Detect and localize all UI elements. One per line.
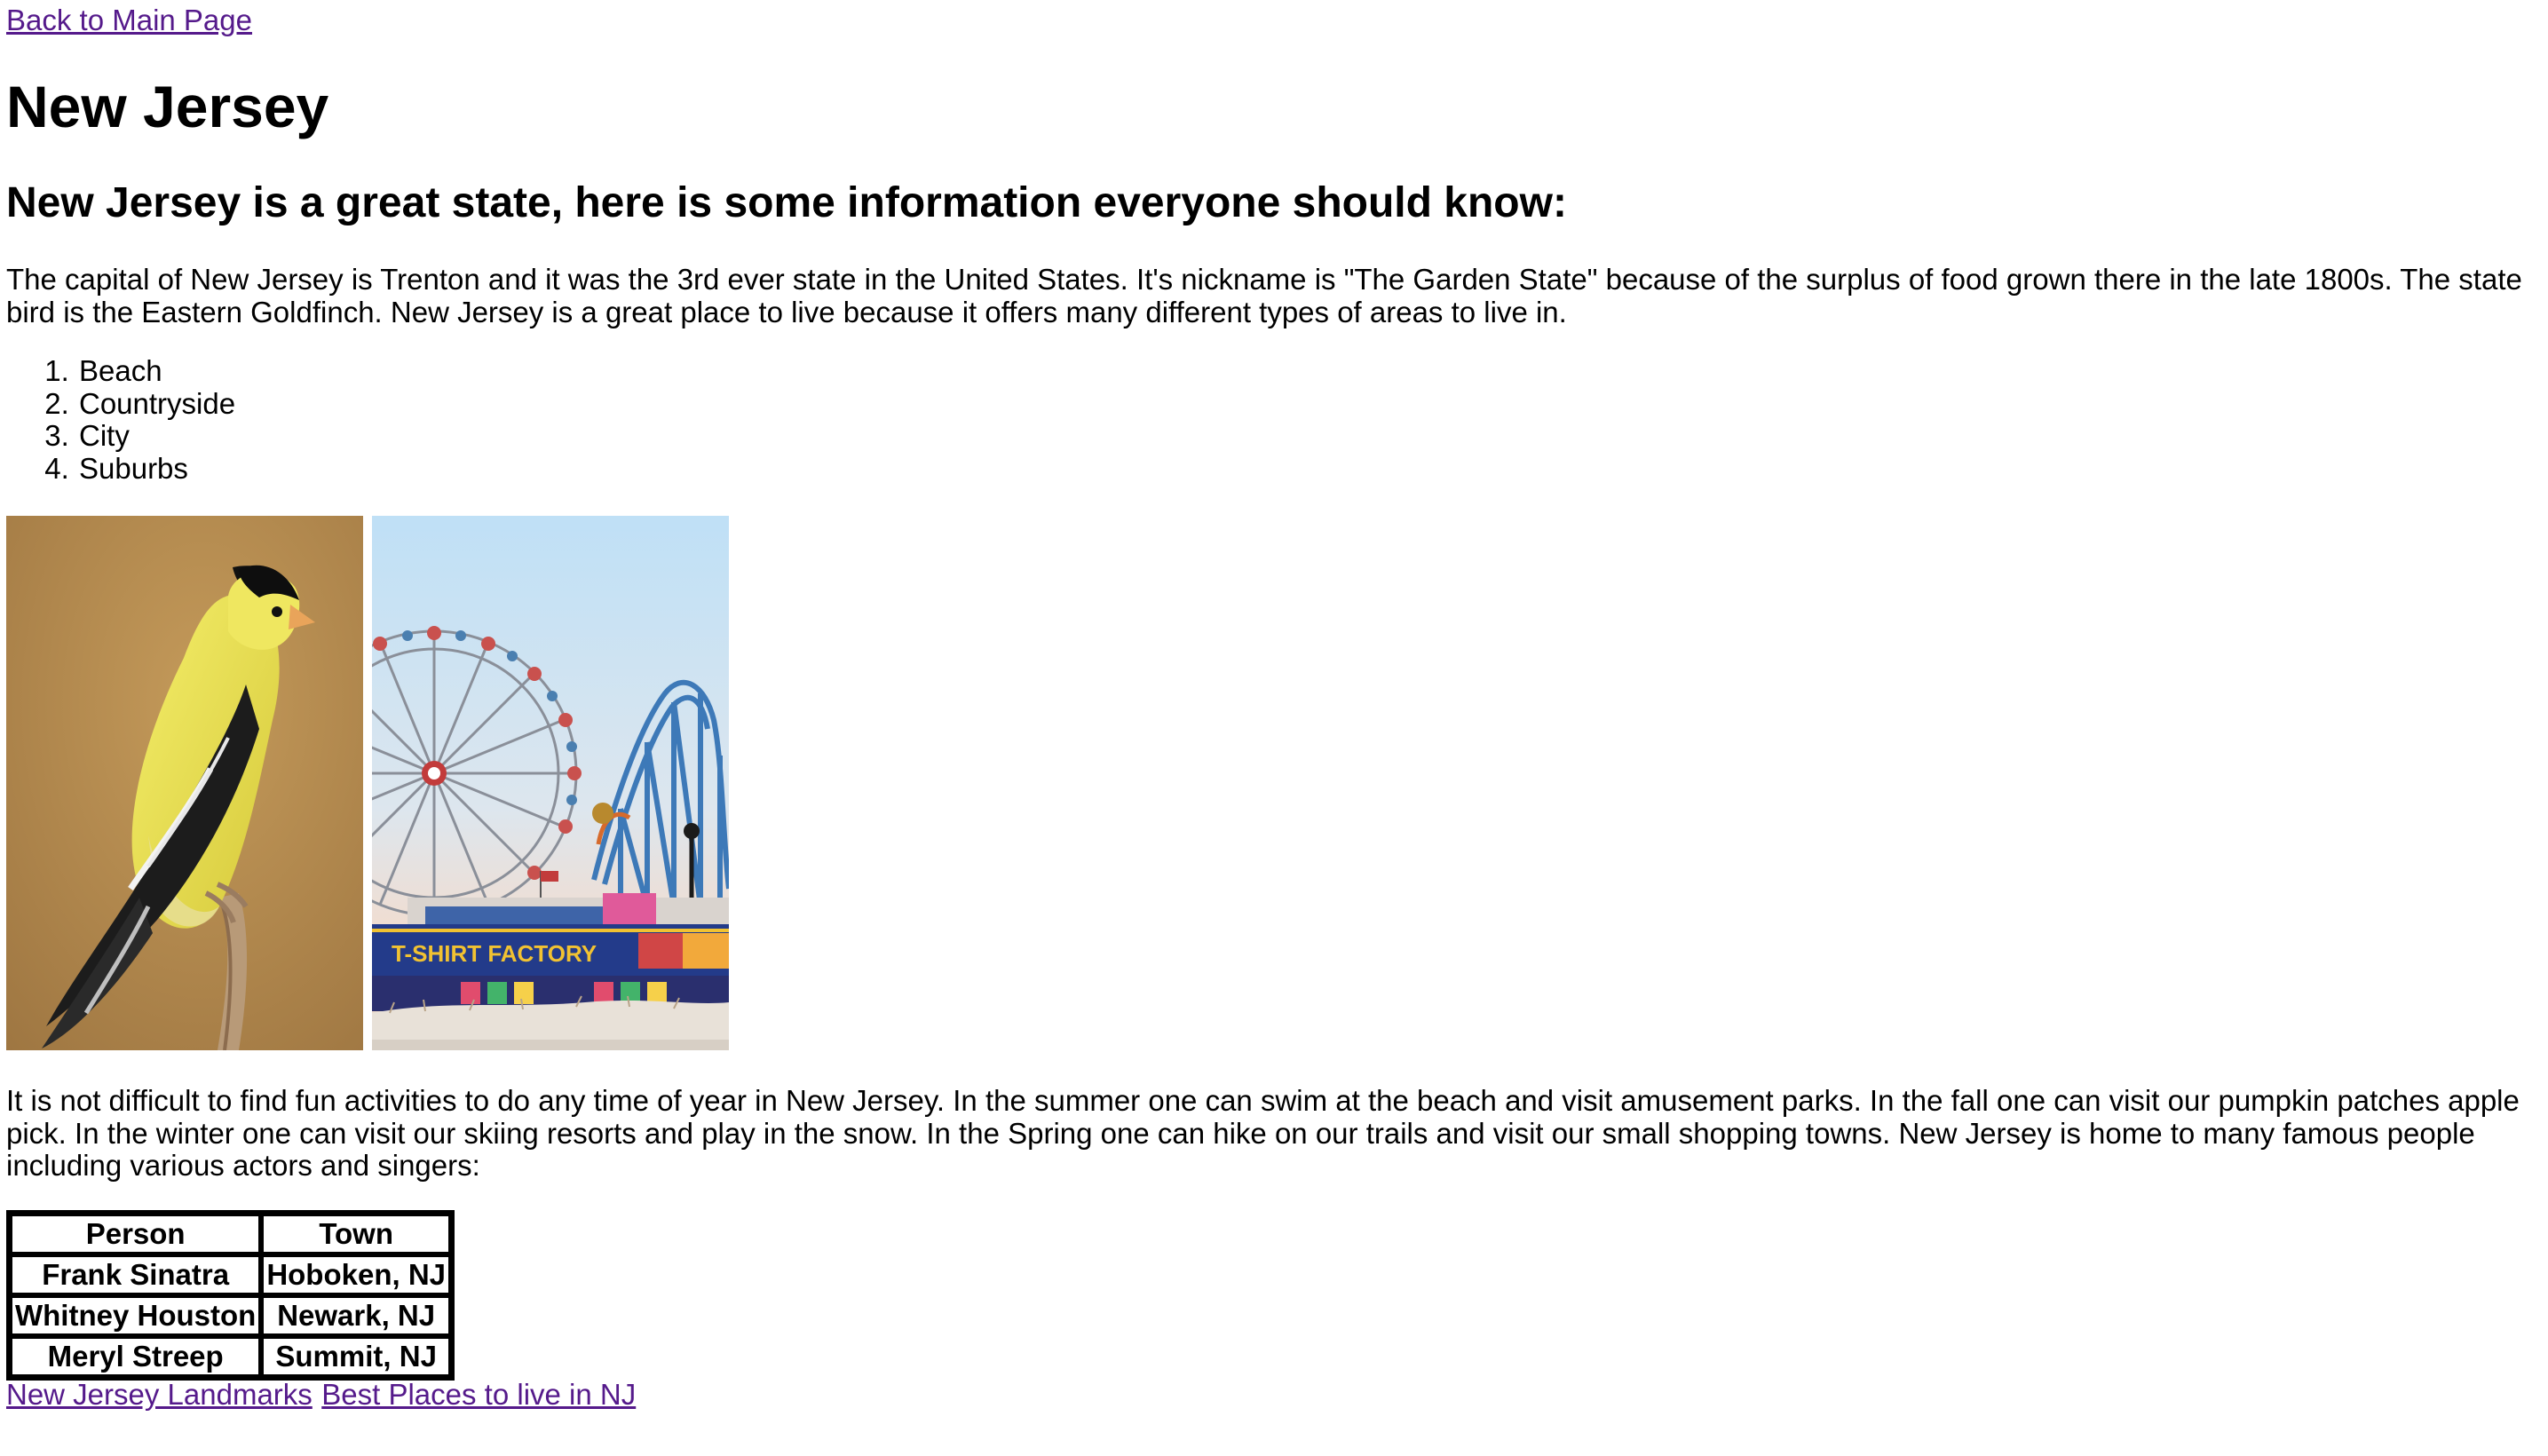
list-item: City bbox=[77, 419, 235, 453]
boardwalk-sign-text: T-SHIRT FACTORY bbox=[392, 940, 597, 967]
area-types-list: Beach Countryside City Suburbs bbox=[6, 354, 235, 486]
table-cell-town: Newark, NJ bbox=[261, 1295, 452, 1336]
page-title: New Jersey bbox=[6, 74, 329, 139]
list-item: Countryside bbox=[77, 387, 235, 421]
table-row: Whitney Houston Newark, NJ bbox=[10, 1295, 452, 1336]
boardwalk-image: T-SHIRT FACTORY bbox=[372, 516, 729, 1050]
famous-people-table: Person Town Frank Sinatra Hoboken, NJ Wh… bbox=[6, 1210, 455, 1381]
table-row: Meryl Streep Summit, NJ bbox=[10, 1336, 452, 1377]
best-places-link[interactable]: Best Places to live in NJ bbox=[321, 1378, 636, 1411]
table-cell-person: Whitney Houston bbox=[10, 1295, 262, 1336]
table-header-row: Person Town bbox=[10, 1214, 452, 1254]
landmarks-link[interactable]: New Jersey Landmarks bbox=[6, 1378, 313, 1411]
goldfinch-image bbox=[6, 516, 363, 1050]
image-gallery: T-SHIRT FACTORY bbox=[6, 516, 729, 1050]
page-subheading: New Jersey is a great state, here is som… bbox=[6, 179, 1567, 226]
activities-paragraph: It is not difficult to find fun activiti… bbox=[6, 1084, 2520, 1182]
back-to-main-link[interactable]: Back to Main Page bbox=[6, 3, 252, 38]
column-header-person: Person bbox=[10, 1214, 262, 1254]
table-cell-person: Frank Sinatra bbox=[10, 1254, 262, 1295]
table-row: Frank Sinatra Hoboken, NJ bbox=[10, 1254, 452, 1295]
intro-paragraph: The capital of New Jersey is Trenton and… bbox=[6, 263, 2522, 328]
footer-links: New Jersey Landmarks Best Places to live… bbox=[6, 1377, 641, 1412]
table-cell-town: Summit, NJ bbox=[261, 1336, 452, 1377]
list-item: Beach bbox=[77, 354, 235, 388]
table-cell-town: Hoboken, NJ bbox=[261, 1254, 452, 1295]
column-header-town: Town bbox=[261, 1214, 452, 1254]
table-cell-person: Meryl Streep bbox=[10, 1336, 262, 1377]
list-item: Suburbs bbox=[77, 452, 235, 486]
